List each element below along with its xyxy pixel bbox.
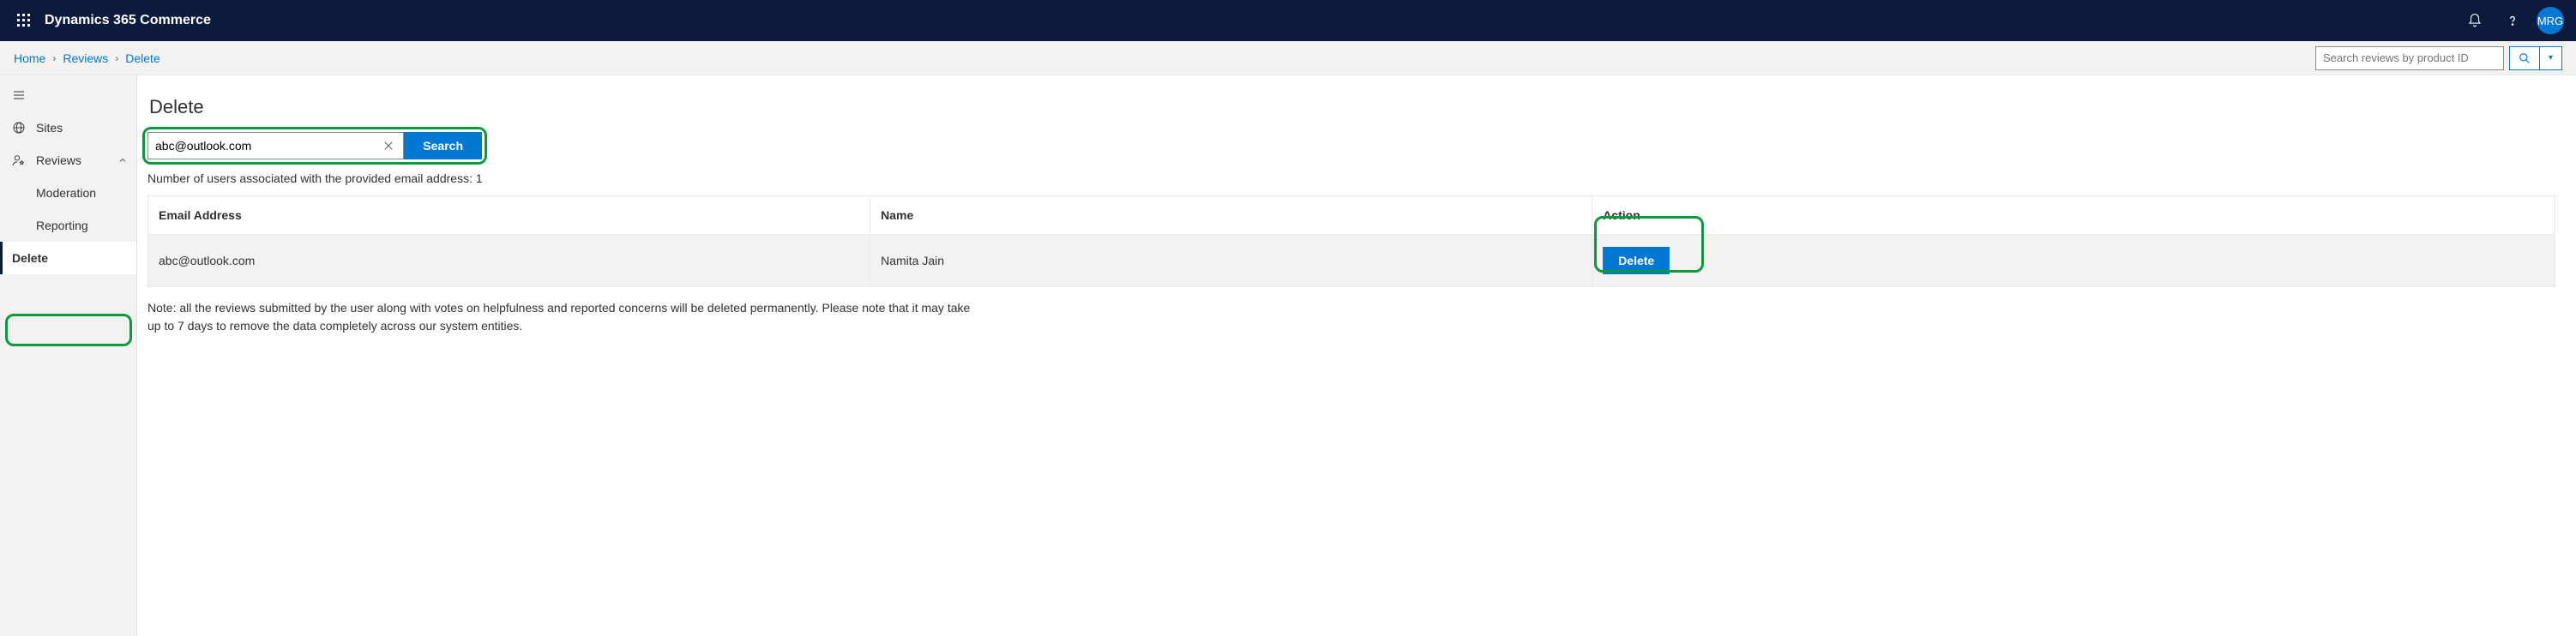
sidebar-item-label: Reviews — [36, 153, 81, 167]
highlight-annotation — [5, 314, 132, 346]
sidebar-item-sites[interactable]: Sites — [0, 111, 136, 144]
note-text: Note: all the reviews submitted by the u… — [147, 299, 971, 335]
sidebar-item-reviews[interactable]: Reviews — [0, 144, 136, 177]
email-input[interactable] — [155, 139, 379, 153]
email-search: Search — [147, 132, 482, 159]
global-search-dropdown[interactable]: ▾ — [2540, 46, 2562, 70]
table-row: abc@outlook.com Namita Jain Delete — [148, 235, 2555, 287]
help-icon[interactable] — [2494, 0, 2531, 41]
column-header-email: Email Address — [148, 196, 870, 235]
email-input-wrap — [147, 132, 404, 159]
global-search-button[interactable] — [2509, 46, 2540, 70]
sidebar-toggle[interactable] — [0, 79, 136, 111]
person-star-icon — [12, 153, 36, 167]
app-title: Dynamics 365 Commerce — [45, 13, 211, 28]
clear-icon[interactable] — [379, 140, 398, 152]
sidebar-item-label: Sites — [36, 121, 63, 135]
sidebar-item-delete[interactable]: Delete — [0, 242, 136, 274]
cell-email: abc@outlook.com — [148, 235, 870, 287]
notifications-icon[interactable] — [2456, 0, 2494, 41]
column-header-name: Name — [870, 196, 1592, 235]
chevron-right-icon: › — [115, 52, 118, 64]
sidebar-item-moderation[interactable]: Moderation — [0, 177, 136, 209]
column-header-action: Action — [1592, 196, 2555, 235]
sidebar-item-label: Reporting — [36, 219, 88, 232]
delete-button[interactable]: Delete — [1603, 247, 1670, 274]
global-search-input[interactable] — [2315, 46, 2504, 70]
app-launcher-icon[interactable] — [7, 0, 41, 41]
page-title: Delete — [149, 96, 2555, 118]
main-content: Delete Search Number of users associated… — [137, 75, 2576, 636]
sidebar: Sites Reviews Moderation Reporting Delet… — [0, 75, 137, 636]
cell-action: Delete — [1592, 235, 2555, 287]
hamburger-icon — [12, 88, 36, 102]
chevron-up-icon — [117, 155, 128, 165]
chevron-right-icon: › — [52, 52, 56, 64]
top-nav: Dynamics 365 Commerce MRG — [0, 0, 2576, 41]
breadcrumb-reviews[interactable]: Reviews — [63, 51, 108, 65]
subheader: Home › Reviews › Delete ▾ — [0, 41, 2576, 75]
results-table: Email Address Name Action abc@outlook.co… — [147, 195, 2555, 287]
sidebar-item-label: Moderation — [36, 186, 96, 200]
result-count: Number of users associated with the prov… — [147, 171, 2555, 185]
breadcrumb-delete[interactable]: Delete — [125, 51, 159, 65]
sidebar-item-reporting[interactable]: Reporting — [0, 209, 136, 242]
sidebar-item-label: Delete — [12, 251, 48, 265]
cell-name: Namita Jain — [870, 235, 1592, 287]
breadcrumb: Home › Reviews › Delete — [14, 51, 160, 65]
avatar[interactable]: MRG — [2537, 7, 2564, 34]
breadcrumb-home[interactable]: Home — [14, 51, 45, 65]
search-button[interactable]: Search — [404, 132, 482, 159]
global-search: ▾ — [2315, 46, 2562, 70]
globe-icon — [12, 121, 36, 135]
